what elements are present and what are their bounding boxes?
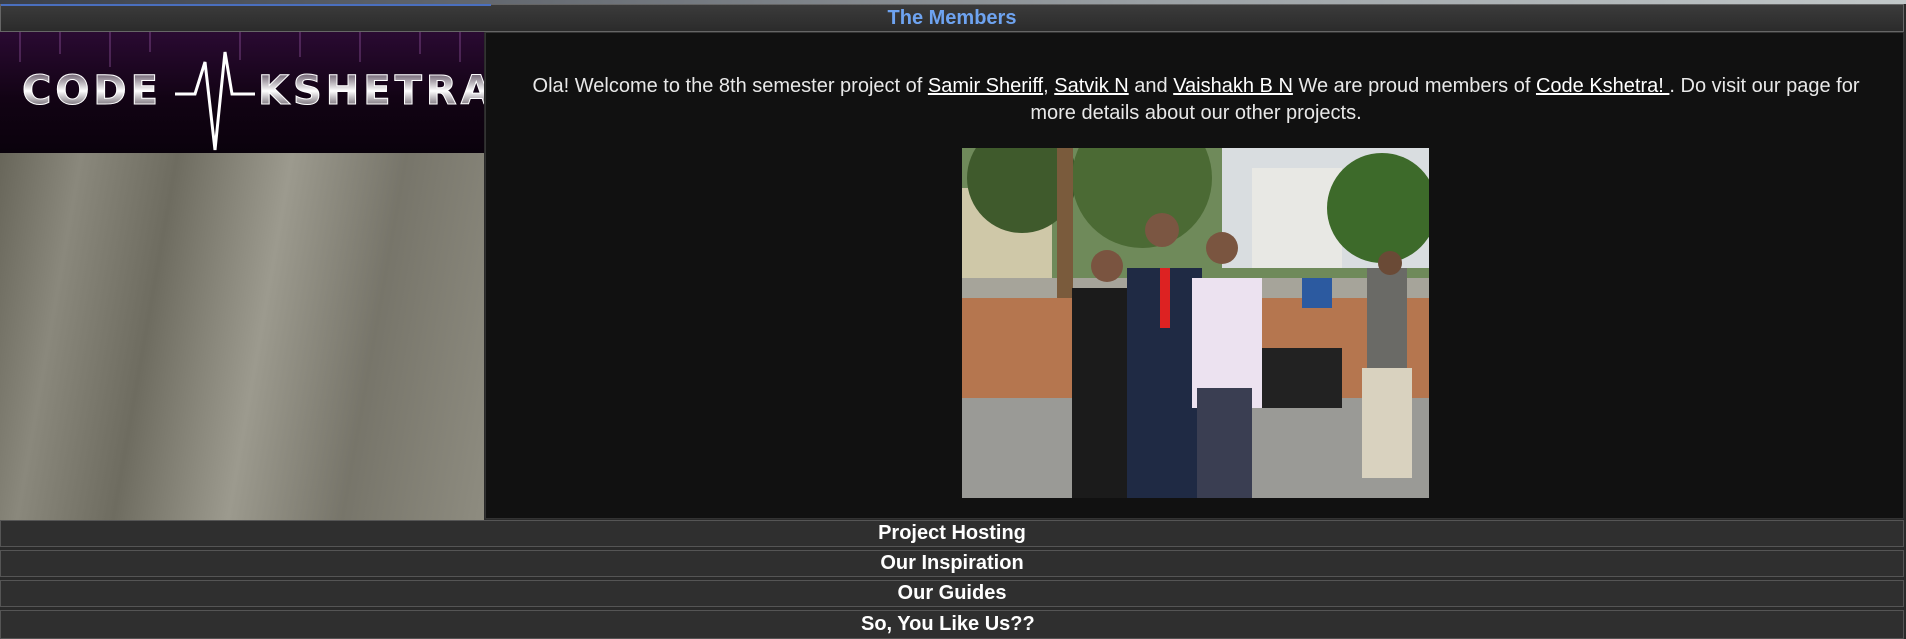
section-header-our-inspiration[interactable]: Our Inspiration (0, 550, 1904, 577)
link-code-kshetra[interactable]: Code Kshetra! (1536, 75, 1669, 97)
link-satvik-n[interactable]: Satvik N (1054, 75, 1128, 97)
section-header-our-guides[interactable]: Our Guides (0, 580, 1904, 607)
link-samir-sheriff[interactable]: Samir Sheriff (928, 75, 1043, 97)
intro-paragraph: Ola! Welcome to the 8th semester project… (526, 73, 1866, 127)
code-kshetra-logo: CODE KSHETRA (0, 32, 484, 153)
intro-text: Ola! Welcome to the 8th semester project… (532, 75, 928, 97)
separator: , (1043, 75, 1055, 97)
svg-text:KSHETRA: KSHETRA (258, 68, 484, 114)
intro-text: We are proud members of (1292, 75, 1536, 97)
section-header-members[interactable]: The Members (0, 4, 1904, 32)
left-column: CODE KSHETRA (0, 32, 484, 520)
section-header-so-you-like-us[interactable]: So, You Like Us?? (0, 610, 1904, 639)
members-panel: Ola! Welcome to the 8th semester project… (485, 32, 1904, 519)
members-photo (962, 148, 1429, 498)
section-header-project-hosting[interactable]: Project Hosting (0, 520, 1904, 547)
svg-text:CODE: CODE (22, 68, 162, 114)
link-vaishakh-bn[interactable]: Vaishakh B N (1173, 75, 1293, 97)
separator: and (1128, 75, 1174, 97)
